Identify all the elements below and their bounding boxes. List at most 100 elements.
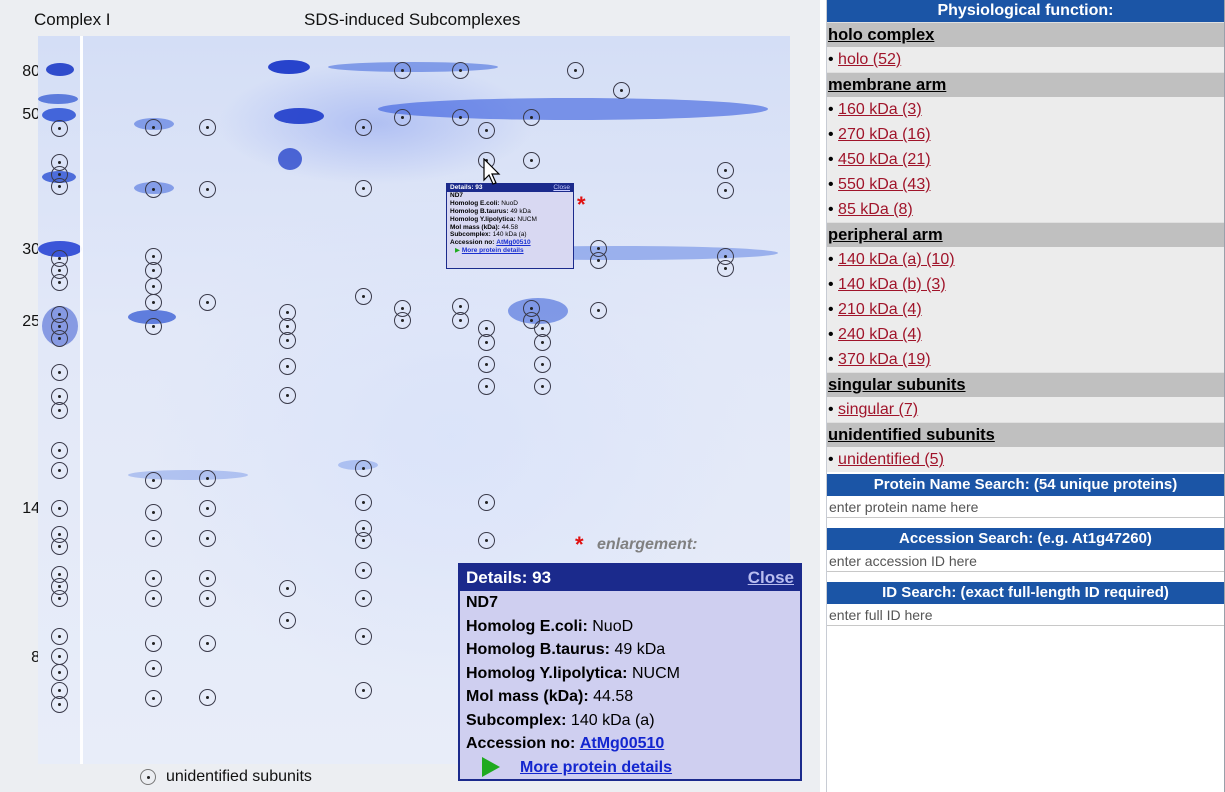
protein-name-search-input[interactable]	[826, 496, 1225, 518]
mini-more-details-link[interactable]: More protein details	[462, 247, 524, 254]
link-holo[interactable]: holo (52)	[838, 51, 901, 68]
link-160kda[interactable]: 160 kDa (3)	[838, 101, 922, 118]
protein-spot[interactable]	[50, 695, 68, 713]
protein-spot[interactable]	[50, 589, 68, 607]
protein-spot[interactable]	[278, 611, 296, 629]
protein-spot[interactable]	[451, 108, 469, 126]
link-550kda[interactable]: 550 kDa (43)	[838, 176, 931, 193]
protein-spot[interactable]	[477, 333, 495, 351]
protein-spot[interactable]	[144, 529, 162, 547]
protein-spot[interactable]	[50, 627, 68, 645]
protein-spot[interactable]	[354, 589, 372, 607]
link-270kda[interactable]: 270 kDa (16)	[838, 126, 931, 143]
link-240kda[interactable]: 240 kDa (4)	[838, 326, 922, 343]
protein-spot[interactable]	[198, 499, 216, 517]
protein-spot[interactable]	[144, 589, 162, 607]
link-140kda-b[interactable]: 140 kDa (b) (3)	[838, 276, 946, 293]
protein-spot[interactable]	[477, 121, 495, 139]
protein-spot[interactable]	[278, 579, 296, 597]
protein-spot[interactable]	[451, 61, 469, 79]
protein-spot[interactable]	[198, 634, 216, 652]
protein-spot[interactable]	[198, 688, 216, 706]
protein-spot[interactable]	[144, 118, 162, 136]
protein-spot[interactable]	[354, 118, 372, 136]
close-link[interactable]: Close	[748, 568, 794, 588]
protein-spot[interactable]	[612, 81, 630, 99]
protein-spot[interactable]	[144, 634, 162, 652]
protein-spot[interactable]	[716, 181, 734, 199]
protein-spot[interactable]	[451, 311, 469, 329]
protein-spot[interactable]	[278, 357, 296, 375]
protein-spot[interactable]	[477, 493, 495, 511]
protein-spot[interactable]	[477, 355, 495, 373]
protein-spot[interactable]	[354, 627, 372, 645]
protein-spot[interactable]	[144, 659, 162, 677]
protein-spot[interactable]	[144, 261, 162, 279]
protein-spot[interactable]	[354, 493, 372, 511]
protein-spot[interactable]	[198, 569, 216, 587]
link-140kda-a[interactable]: 140 kDa (a) (10)	[838, 251, 955, 268]
mini-close-link[interactable]: Close	[553, 184, 570, 192]
mini-accession-link[interactable]: AtMg00510	[496, 239, 530, 246]
protein-spot[interactable]	[198, 118, 216, 136]
protein-spot[interactable]	[50, 647, 68, 665]
link-370kda[interactable]: 370 kDa (19)	[838, 351, 931, 368]
protein-spot[interactable]	[50, 441, 68, 459]
protein-spot[interactable]	[533, 333, 551, 351]
protein-spot[interactable]	[144, 293, 162, 311]
protein-spot[interactable]	[716, 161, 734, 179]
more-protein-details-link[interactable]: More protein details	[520, 756, 672, 780]
protein-spot[interactable]	[393, 311, 411, 329]
protein-spot[interactable]	[533, 355, 551, 373]
protein-spot[interactable]	[198, 469, 216, 487]
protein-spot[interactable]	[354, 681, 372, 699]
protein-spot[interactable]	[278, 331, 296, 349]
link-210kda[interactable]: 210 kDa (4)	[838, 301, 922, 318]
link-85kda[interactable]: 85 kDa (8)	[838, 201, 913, 218]
protein-spot[interactable]	[50, 329, 68, 347]
protein-spot[interactable]	[198, 180, 216, 198]
protein-spot[interactable]	[144, 503, 162, 521]
protein-spot[interactable]	[589, 301, 607, 319]
link-singular[interactable]: singular (7)	[838, 401, 918, 418]
protein-spot[interactable]	[50, 499, 68, 517]
protein-spot[interactable]	[198, 529, 216, 547]
protein-spot[interactable]	[533, 377, 551, 395]
protein-spot[interactable]	[144, 277, 162, 295]
protein-spot[interactable]	[198, 589, 216, 607]
accession-search-input[interactable]	[826, 550, 1225, 572]
accession-link[interactable]: AtMg00510	[580, 735, 664, 752]
protein-spot[interactable]	[278, 386, 296, 404]
protein-spot[interactable]	[354, 179, 372, 197]
protein-spot[interactable]	[522, 108, 540, 126]
protein-spot[interactable]	[50, 363, 68, 381]
protein-spot[interactable]	[354, 287, 372, 305]
link-450kda[interactable]: 450 kDa (21)	[838, 151, 931, 168]
protein-spot[interactable]	[50, 401, 68, 419]
protein-spot[interactable]	[50, 273, 68, 291]
protein-spot[interactable]	[393, 61, 411, 79]
protein-spot[interactable]	[50, 177, 68, 195]
protein-spot[interactable]	[477, 531, 495, 549]
more-details-row[interactable]: More protein details	[460, 756, 800, 780]
protein-spot[interactable]	[354, 459, 372, 477]
protein-spot[interactable]	[50, 119, 68, 137]
protein-spot[interactable]	[144, 471, 162, 489]
protein-spot[interactable]	[354, 561, 372, 579]
protein-spot[interactable]	[393, 108, 411, 126]
protein-spot[interactable]	[144, 569, 162, 587]
protein-spot[interactable]	[716, 259, 734, 277]
protein-spot[interactable]	[477, 377, 495, 395]
protein-spot[interactable]	[198, 293, 216, 311]
protein-spot[interactable]	[144, 317, 162, 335]
protein-spot[interactable]	[354, 531, 372, 549]
protein-spot[interactable]	[144, 180, 162, 198]
protein-spot[interactable]	[589, 251, 607, 269]
link-unidentified[interactable]: unidentified (5)	[838, 451, 944, 468]
protein-spot[interactable]	[522, 151, 540, 169]
protein-spot[interactable]	[566, 61, 584, 79]
protein-spot[interactable]	[50, 663, 68, 681]
protein-spot[interactable]	[50, 461, 68, 479]
id-search-input[interactable]	[826, 604, 1225, 626]
protein-spot[interactable]	[50, 537, 68, 555]
